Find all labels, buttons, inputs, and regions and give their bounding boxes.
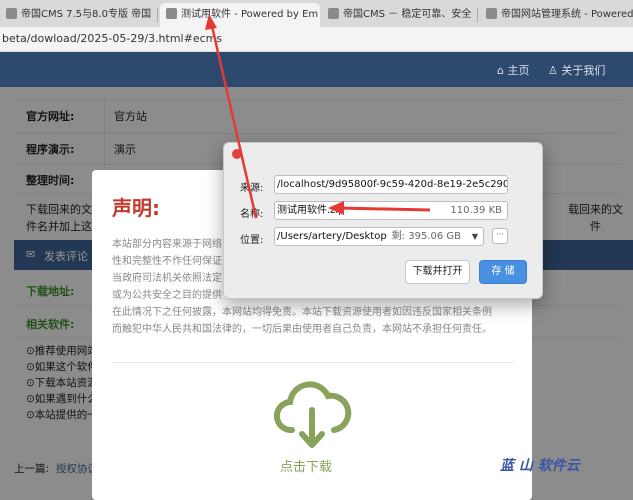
arrow-head-tab: [205, 14, 217, 30]
arrow-to-filename: [337, 206, 431, 212]
watermark-logo: 蓝 山 软件云: [500, 458, 580, 474]
arrow-to-tab: [210, 25, 258, 219]
arrow-head-filename: [328, 201, 344, 215]
annotation-arrows: [205, 14, 431, 219]
